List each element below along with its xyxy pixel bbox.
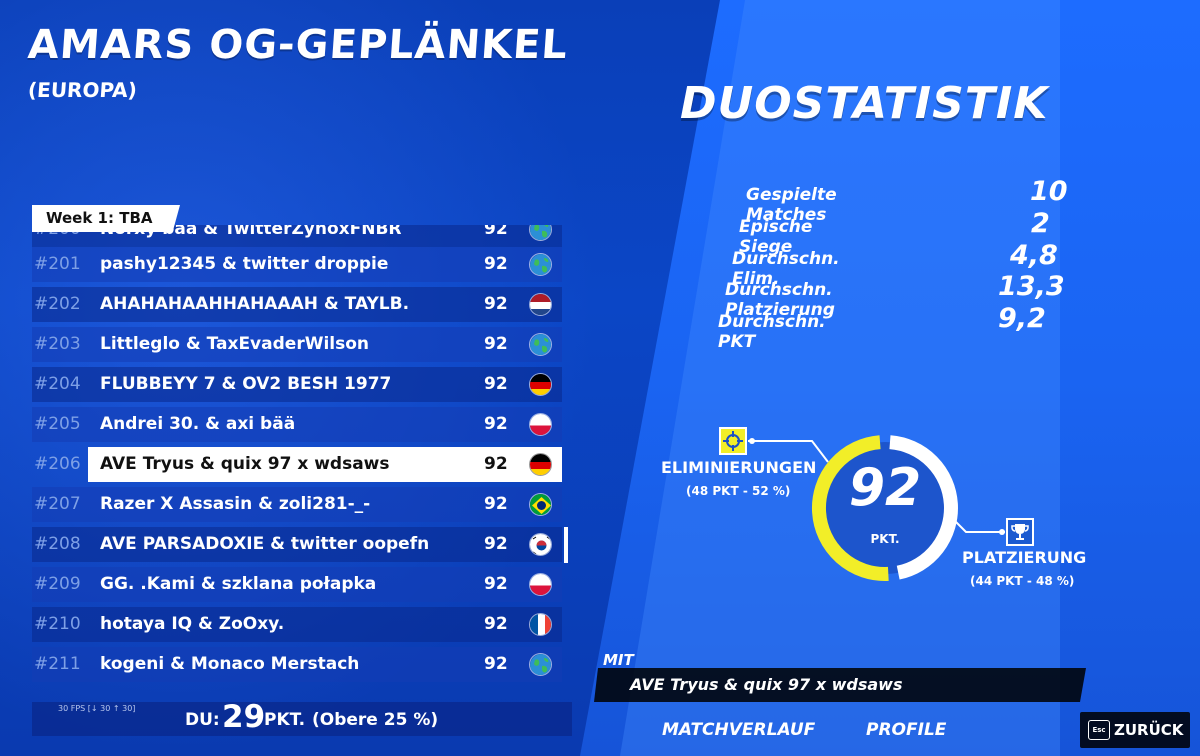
back-button-label[interactable]: ZURÜCK — [1114, 721, 1183, 739]
donut-total-points: 92 — [848, 458, 922, 518]
elim-breakdown: (48 PKT - 52 %) — [686, 484, 791, 498]
esc-key-icon: Esc — [1088, 720, 1110, 740]
elim-label: ELIMINIERUNGEN — [661, 458, 817, 477]
profiles-button[interactable]: PROFILE — [866, 720, 946, 740]
place-connector-dot — [999, 529, 1005, 535]
elim-connector-dot — [749, 438, 755, 444]
crosshair-icon — [719, 427, 747, 455]
teammate-name: AVE Tryus & quix 97 x wdsaws — [630, 675, 903, 694]
placement-label: PLATZIERUNG — [962, 548, 1087, 567]
trophy-icon — [1006, 518, 1034, 546]
donut-connectors — [748, 438, 1005, 535]
week-tab[interactable]: Week 1: TBA — [32, 205, 180, 232]
donut-total-unit: PKT. — [870, 532, 900, 546]
teammate-label: MIT — [603, 651, 634, 669]
match-history-button[interactable]: MATCHVERLAUF — [662, 720, 815, 740]
placement-breakdown: (44 PKT - 48 %) — [970, 574, 1075, 588]
